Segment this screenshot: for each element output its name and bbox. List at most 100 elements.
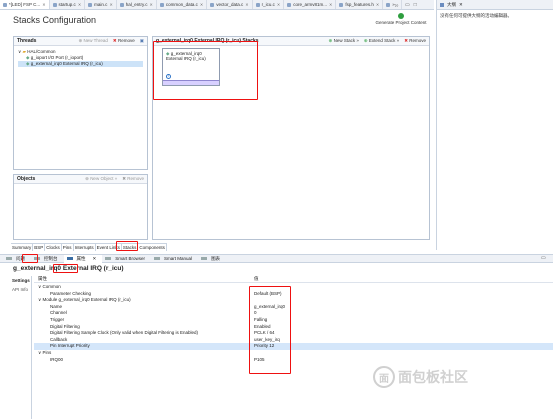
editor-tab[interactable]: »₂₀ bbox=[383, 0, 403, 9]
property-row[interactable]: Callback user_key_irq bbox=[34, 337, 553, 344]
property-row[interactable]: Channel 0 bbox=[34, 310, 553, 317]
view-tab[interactable]: 图表 bbox=[198, 256, 226, 262]
view-tab[interactable]: Smart Manual bbox=[151, 256, 198, 261]
property-row[interactable]: Trigger Falling bbox=[34, 317, 553, 324]
editor-tab-label: core_armv81m... bbox=[293, 2, 327, 7]
file-icon bbox=[255, 2, 260, 7]
outline-tab[interactable]: 大纲 ✕ bbox=[437, 0, 553, 10]
property-name: Pin Interrupt Priority bbox=[50, 343, 90, 349]
new-thread-button[interactable]: ⊕ New Thread bbox=[78, 38, 107, 44]
property-row[interactable]: Digital Filtering Enabled bbox=[34, 324, 553, 331]
editor-tab-label: r_icu.c bbox=[261, 2, 275, 7]
editor-tab[interactable]: core_armv81m... ✕ bbox=[284, 0, 337, 9]
property-name: Name bbox=[50, 303, 63, 309]
property-group-row[interactable]: ∨ Module g_external_irq0 External IRQ (r… bbox=[34, 297, 553, 304]
maximize-icon[interactable]: □ bbox=[414, 2, 417, 8]
new-thread-label: New Thread bbox=[83, 38, 108, 43]
property-group-row[interactable]: ∨ Common bbox=[34, 284, 553, 291]
close-icon[interactable]: ✕ bbox=[200, 2, 203, 7]
page-title: Stacks Configuration bbox=[13, 15, 97, 25]
close-icon[interactable]: ✕ bbox=[329, 2, 332, 7]
property-row[interactable]: Pin Interrupt Priority Priority 12 bbox=[34, 343, 553, 350]
editor-tab[interactable]: main.c ✕ bbox=[85, 0, 117, 9]
view-tab-label: Smart Browser bbox=[115, 256, 146, 261]
tree-item-label: g_ioport I/O Port (r_ioport) bbox=[30, 55, 84, 60]
property-name: IRQ00 bbox=[50, 356, 64, 362]
outline-view: 大纲 ✕ 没有任何可提供大纲的活动编辑器。 bbox=[436, 0, 553, 250]
config-tab[interactable]: Interrupts bbox=[74, 244, 96, 251]
plus-icon: ⊕ bbox=[328, 38, 333, 43]
editor-tab[interactable]: hal_entry.c ✕ bbox=[117, 0, 157, 9]
editor-tab[interactable]: fsp_features.h ✕ bbox=[336, 0, 384, 9]
collapse-icon[interactable]: ▣ bbox=[140, 38, 144, 44]
editor-tab[interactable]: startup.c ✕ bbox=[50, 0, 86, 9]
property-name: Digital Filtering bbox=[50, 323, 80, 329]
editor-tab-label: main.c bbox=[94, 2, 108, 7]
config-tab[interactable]: Pins bbox=[62, 244, 74, 251]
close-icon[interactable]: ✕ bbox=[459, 2, 463, 8]
restore-icon[interactable]: ▭ bbox=[541, 255, 546, 261]
view-tab[interactable]: Smart Browser bbox=[102, 256, 151, 261]
file-icon bbox=[210, 2, 215, 7]
new-object-label: New Object » bbox=[90, 176, 118, 181]
extend-stack-button[interactable]: ⊕ Extend Stack » bbox=[364, 38, 399, 44]
remove-thread-button[interactable]: ✖ Remove bbox=[113, 38, 135, 44]
window-controls: ▭ □ bbox=[405, 0, 417, 10]
new-object-button[interactable]: ⊕ New Object » bbox=[85, 176, 117, 182]
property-row[interactable]: Name g_external_irq0 bbox=[34, 304, 553, 311]
property-row[interactable]: Parameter Checking Default (BSP) bbox=[34, 291, 553, 298]
remove-icon: ✖ bbox=[112, 38, 117, 43]
view-icon bbox=[6, 257, 12, 260]
config-tab[interactable]: Summary bbox=[11, 244, 34, 251]
config-tab[interactable]: Components bbox=[138, 244, 167, 251]
property-name: Channel bbox=[50, 310, 67, 316]
tree-root-label: HAL/Common bbox=[27, 49, 56, 54]
editor-tab[interactable]: *[LED] FSP C... ✕ bbox=[0, 0, 50, 9]
plus-icon: ⊕ bbox=[363, 38, 368, 43]
property-row[interactable]: IRQ00 P105 bbox=[34, 357, 553, 364]
close-icon[interactable]: ✕ bbox=[245, 2, 248, 7]
highlight-box-properties-title bbox=[53, 264, 78, 273]
file-icon bbox=[52, 2, 57, 7]
close-icon[interactable]: ✕ bbox=[149, 2, 152, 7]
property-group-row[interactable]: ∨ Pins bbox=[34, 350, 553, 357]
close-icon[interactable]: ✕ bbox=[376, 2, 379, 7]
config-tab[interactable]: BSP bbox=[33, 244, 46, 251]
property-name: Common bbox=[42, 284, 61, 289]
remove-object-button[interactable]: ✖ Remove bbox=[122, 176, 144, 182]
editor-tab-label: startup.c bbox=[58, 2, 76, 7]
property-name: Pins bbox=[42, 350, 52, 355]
property-name: Callback bbox=[50, 336, 68, 342]
watermark-logo: 面 bbox=[373, 366, 395, 388]
close-icon[interactable]: ✕ bbox=[277, 2, 280, 7]
file-icon bbox=[3, 2, 7, 7]
close-icon[interactable]: ✕ bbox=[109, 2, 112, 7]
view-tab[interactable]: 属性 ✕ bbox=[63, 254, 103, 263]
editor-tab[interactable]: common_data.c ✕ bbox=[157, 0, 208, 9]
remove-object-label: Remove bbox=[127, 176, 144, 181]
generate-project-content-button[interactable]: Generate Project Content bbox=[372, 13, 430, 25]
highlight-box-properties-tab bbox=[22, 254, 38, 263]
minimize-icon[interactable]: ▭ bbox=[405, 2, 410, 8]
new-stack-button[interactable]: ⊕ New Stack » bbox=[329, 38, 359, 44]
value-column-header: 值 bbox=[254, 276, 259, 281]
highlight-box-stack bbox=[153, 41, 258, 100]
file-icon bbox=[88, 2, 93, 7]
editor-tab[interactable]: vector_data.c ✕ bbox=[207, 0, 253, 9]
threads-tree: ∨ ▰ HAL/Common ◆ g_ioport I/O Port (r_io… bbox=[14, 46, 147, 70]
tree-item-external-irq[interactable]: ◆ g_external_irq0 External IRQ (r_icu) bbox=[18, 61, 143, 67]
api-info-tab[interactable]: API Info bbox=[10, 285, 31, 294]
view-tab-label: 控制台 bbox=[44, 255, 58, 261]
config-tab[interactable]: Clocks bbox=[45, 244, 62, 251]
property-row[interactable]: Digital Filtering Sample Clock (Only val… bbox=[34, 330, 553, 337]
close-icon[interactable]: ✕ bbox=[78, 2, 81, 7]
remove-stack-button[interactable]: ✖ Remove bbox=[404, 38, 426, 44]
view-tab-bar: 问题 控制台 属性 ✕ Smart Browser Smart Manual 图表 bbox=[0, 254, 553, 263]
properties-grid: 属性 值 ∨ Common Parameter Checking Default (BS… bbox=[34, 276, 553, 419]
editor-tab[interactable]: r_icu.c ✕ bbox=[253, 0, 285, 9]
close-icon[interactable]: ✕ bbox=[42, 2, 45, 7]
close-icon[interactable]: ✕ bbox=[90, 256, 100, 262]
file-icon bbox=[119, 2, 124, 7]
settings-tab[interactable]: Settings bbox=[10, 276, 31, 285]
outline-message: 没有任何可提供大纲的活动编辑器。 bbox=[440, 13, 512, 18]
